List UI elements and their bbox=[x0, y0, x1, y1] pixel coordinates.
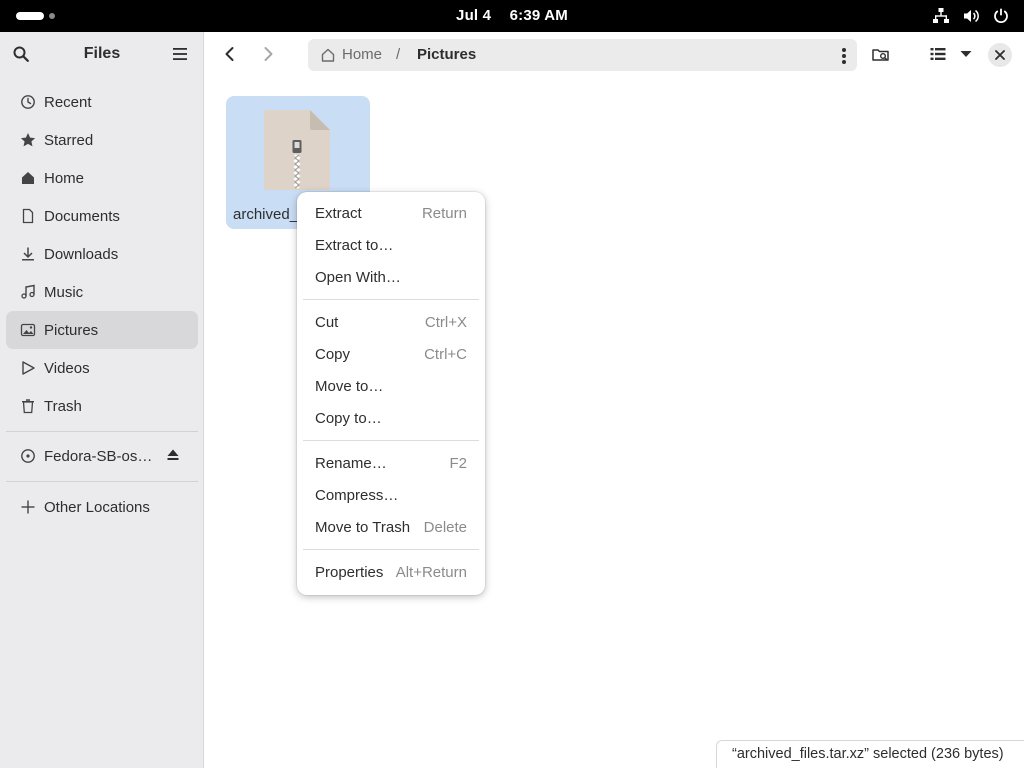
home-icon bbox=[20, 170, 36, 186]
menu-separator bbox=[303, 299, 479, 300]
menu-item-open-with[interactable]: Open With… bbox=[297, 261, 485, 293]
volume-icon[interactable] bbox=[962, 7, 980, 25]
sidebar-item-recent[interactable]: Recent bbox=[6, 83, 198, 121]
network-icon[interactable] bbox=[932, 7, 950, 25]
menu-item-label: Properties bbox=[315, 563, 384, 581]
menu-item-extract[interactable]: Extract Return bbox=[297, 197, 485, 229]
menu-item-shortcut: Ctrl+X bbox=[424, 313, 467, 331]
archive-file-icon bbox=[264, 108, 332, 196]
more-options-icon[interactable] bbox=[841, 47, 847, 69]
menu-item-shortcut: F2 bbox=[449, 454, 467, 472]
video-icon bbox=[20, 360, 36, 376]
selection-status: “archived_files.tar.xz” selected (236 by… bbox=[716, 740, 1024, 768]
sidebar-item-videos[interactable]: Videos bbox=[6, 349, 198, 387]
list-view-icon[interactable] bbox=[929, 45, 947, 67]
menu-item-copy[interactable]: Copy Ctrl+C bbox=[297, 338, 485, 370]
sidebar-item-downloads[interactable]: Downloads bbox=[6, 235, 198, 273]
breadcrumb-home-label: Home bbox=[342, 46, 383, 63]
menu-item-copy-to[interactable]: Copy to… bbox=[297, 402, 485, 434]
search-folder-icon[interactable] bbox=[871, 45, 891, 69]
menu-item-properties[interactable]: Properties Alt+Return bbox=[297, 556, 485, 588]
breadcrumb-home[interactable]: Home bbox=[320, 46, 382, 63]
sidebar-item-label: Music bbox=[44, 283, 84, 301]
menu-item-label: Copy bbox=[315, 345, 351, 363]
disc-icon bbox=[20, 448, 36, 464]
sidebar-item-label: Fedora-SB-os… bbox=[44, 447, 153, 465]
path-bar: Home / Pictures bbox=[308, 39, 857, 71]
menu-item-compress[interactable]: Compress… bbox=[297, 479, 485, 511]
trash-icon bbox=[20, 398, 36, 414]
power-icon[interactable] bbox=[992, 7, 1010, 25]
menu-item-label: Extract bbox=[315, 204, 362, 222]
close-icon bbox=[995, 50, 1005, 60]
menu-item-label: Rename… bbox=[315, 454, 387, 472]
menu-item-shortcut: Return bbox=[421, 204, 467, 222]
menu-item-shortcut: Ctrl+C bbox=[424, 345, 467, 363]
hamburger-menu-icon[interactable] bbox=[171, 45, 189, 67]
sidebar: Files Recent Starred Home Documents Down… bbox=[0, 32, 204, 768]
menu-item-label: Extract to… bbox=[315, 236, 394, 254]
clock-icon bbox=[20, 94, 36, 110]
menu-item-label: Open With… bbox=[315, 268, 401, 286]
menu-separator bbox=[303, 549, 479, 550]
header-bar: Home / Pictures bbox=[205, 32, 1024, 78]
download-icon bbox=[20, 246, 36, 262]
menu-item-cut[interactable]: Cut Ctrl+X bbox=[297, 306, 485, 338]
breadcrumb-separator: / bbox=[396, 46, 401, 63]
menu-item-label: Compress… bbox=[315, 486, 399, 504]
sidebar-item-label: Starred bbox=[44, 131, 94, 149]
menu-item-label: Move to… bbox=[315, 377, 384, 395]
chevron-down-icon[interactable] bbox=[959, 47, 973, 65]
sidebar-item-label: Home bbox=[44, 169, 85, 187]
eject-icon[interactable] bbox=[166, 448, 180, 466]
close-button[interactable] bbox=[988, 43, 1012, 67]
sidebar-item-pictures[interactable]: Pictures bbox=[6, 311, 198, 349]
sidebar-item-label: Downloads bbox=[44, 245, 119, 263]
date-label: Jul 4 bbox=[456, 7, 492, 24]
back-button[interactable] bbox=[221, 45, 239, 67]
places-list: Recent Starred Home Documents Downloads … bbox=[6, 83, 198, 425]
music-icon bbox=[20, 284, 36, 300]
sidebar-item-label: Recent bbox=[44, 93, 92, 111]
context-menu: Extract Return Extract to… Open With… Cu… bbox=[297, 192, 485, 595]
sidebar-header: Files bbox=[0, 32, 203, 78]
menu-item-shortcut: Delete bbox=[423, 518, 467, 536]
menu-separator bbox=[303, 440, 479, 441]
star-icon bbox=[20, 132, 36, 148]
sidebar-item-label: Other Locations bbox=[44, 498, 150, 516]
sidebar-item-trash[interactable]: Trash bbox=[6, 387, 198, 425]
sidebar-divider bbox=[6, 431, 198, 432]
menu-item-label: Copy to… bbox=[315, 409, 382, 427]
picture-icon bbox=[20, 322, 36, 338]
clock[interactable]: Jul 4 6:39 AM bbox=[0, 7, 1024, 24]
home-icon bbox=[321, 48, 335, 62]
sidebar-item-music[interactable]: Music bbox=[6, 273, 198, 311]
menu-item-rename[interactable]: Rename… F2 bbox=[297, 447, 485, 479]
menu-item-move-to[interactable]: Move to… bbox=[297, 370, 485, 402]
sidebar-item-label: Pictures bbox=[44, 321, 99, 339]
menu-item-move-to-trash[interactable]: Move to Trash Delete bbox=[297, 511, 485, 543]
breadcrumb-current[interactable]: Pictures bbox=[417, 46, 476, 63]
system-tray[interactable] bbox=[932, 7, 1010, 25]
sidebar-item-label: Videos bbox=[44, 359, 90, 377]
forward-button[interactable] bbox=[259, 45, 277, 67]
top-bar: Jul 4 6:39 AM bbox=[0, 0, 1024, 32]
sidebar-divider bbox=[6, 481, 198, 482]
menu-item-label: Move to Trash bbox=[315, 518, 411, 536]
menu-item-extract-to[interactable]: Extract to… bbox=[297, 229, 485, 261]
file-name: archived_f bbox=[233, 206, 299, 223]
menu-item-label: Cut bbox=[315, 313, 339, 331]
document-icon bbox=[20, 208, 36, 224]
sidebar-item-device[interactable]: Fedora-SB-os… bbox=[6, 437, 198, 475]
sidebar-item-other-locations[interactable]: Other Locations bbox=[6, 488, 198, 526]
sidebar-item-label: Trash bbox=[44, 397, 82, 415]
plus-icon bbox=[20, 499, 36, 515]
sidebar-item-label: Documents bbox=[44, 207, 120, 225]
sidebar-item-home[interactable]: Home bbox=[6, 159, 198, 197]
sidebar-item-documents[interactable]: Documents bbox=[6, 197, 198, 235]
sidebar-item-starred[interactable]: Starred bbox=[6, 121, 198, 159]
menu-item-shortcut: Alt+Return bbox=[395, 563, 467, 581]
time-label: 6:39 AM bbox=[509, 7, 568, 24]
